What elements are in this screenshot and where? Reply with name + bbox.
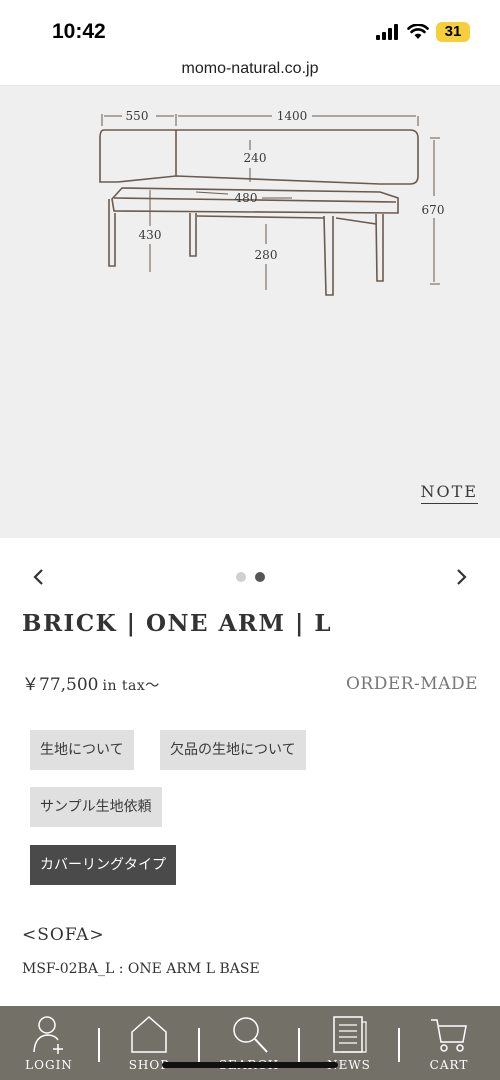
dim-seat-depth: 480 [235, 191, 258, 205]
dim-total-width: 1400 [277, 109, 308, 123]
carousel-dots [236, 572, 265, 582]
nav-login[interactable]: LOGIN [4, 1006, 94, 1080]
order-type-label: ORDER-MADE [345, 674, 478, 694]
dim-back-height: 240 [244, 151, 267, 165]
nav-separator [98, 1028, 100, 1062]
status-time: 10:42 [52, 20, 106, 43]
signal-icon [376, 24, 398, 40]
nav-cart-label: CART [429, 1058, 469, 1072]
chevron-right-icon[interactable] [450, 566, 472, 588]
nav-news[interactable]: NEWS [304, 1006, 394, 1080]
url-bar[interactable]: momo-natural.co.jp [0, 56, 500, 86]
user-icon [33, 1016, 63, 1054]
status-icons: 31 [376, 22, 470, 42]
note-link[interactable]: NOTE [420, 482, 478, 504]
cart-icon [431, 1019, 467, 1052]
nav-cart[interactable]: CART [404, 1006, 494, 1080]
dim-arm-width: 550 [126, 109, 149, 123]
product-title: BRICK | ONE ARM | L [22, 610, 333, 637]
nav-separator [398, 1028, 400, 1062]
dim-total-height: 670 [422, 203, 445, 217]
product-price: ￥77,500 [22, 675, 99, 695]
carousel-dot-active[interactable] [255, 572, 265, 582]
wifi-icon [407, 24, 429, 39]
missing-fabric-button[interactable]: 欠品の生地について [160, 730, 306, 770]
covering-type-button[interactable]: カバーリングタイプ [30, 845, 176, 885]
nav-separator [198, 1028, 200, 1062]
dim-leg-height: 280 [255, 248, 278, 262]
carousel-dot[interactable] [236, 572, 246, 582]
sofa-dimension-diagram: 550 1400 240 480 670 430 280 [99, 109, 445, 296]
sample-request-button[interactable]: サンプル生地依頼 [30, 787, 162, 827]
product-image: 550 1400 240 480 670 430 280 NOTE [0, 86, 500, 538]
home-icon [131, 1015, 167, 1053]
nav-separator [298, 1028, 300, 1062]
price-suffix: in tax～ [102, 678, 160, 694]
status-bar: 10:42 31 [0, 0, 500, 56]
price-row: ￥77,500 in tax～ [22, 670, 160, 695]
nav-search[interactable]: SEARCH [204, 1006, 294, 1080]
model-code: MSF-02BA_L : ONE ARM L BASE [22, 961, 260, 977]
battery-indicator: 31 [436, 22, 470, 42]
nav-login-label: LOGIN [25, 1058, 73, 1072]
dim-seat-height: 430 [139, 228, 162, 242]
chevron-left-icon[interactable] [28, 566, 50, 588]
home-indicator [162, 1062, 338, 1068]
search-icon [233, 1017, 268, 1053]
news-icon [333, 1016, 367, 1053]
fabric-info-button[interactable]: 生地について [30, 730, 134, 770]
section-heading: <SOFA> [22, 925, 105, 945]
nav-shop[interactable]: SHOP [104, 1006, 194, 1080]
bottom-nav: LOGIN SHOP SEARCH NEWS CART [0, 1006, 500, 1080]
